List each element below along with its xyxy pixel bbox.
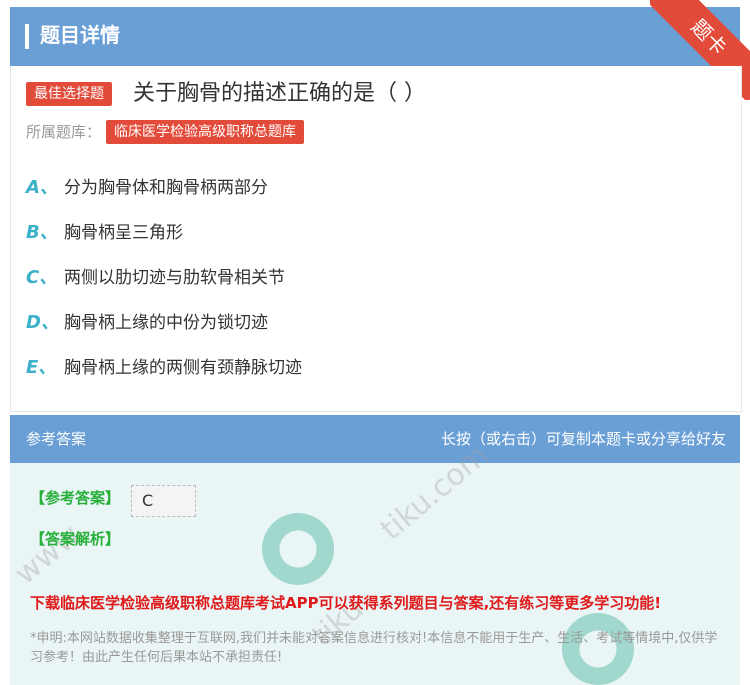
option-letter: A、: [26, 177, 58, 198]
answer-header-title: 参考答案: [26, 430, 87, 448]
analysis-label: 【答案解析】: [30, 530, 121, 548]
header-accent: [25, 24, 29, 49]
option-text: 胸骨柄上缘的两侧有颈静脉切迹: [64, 358, 302, 378]
question-title: 关于胸骨的描述正确的是（ ）: [133, 81, 426, 106]
answer-header: 参考答案 长按（或右击）可复制本题卡或分享给好友: [10, 415, 740, 463]
option-letter: E、: [26, 357, 57, 378]
page-title: 题目详情: [40, 23, 120, 47]
answer-panel: 参考答案 长按（或右击）可复制本题卡或分享给好友 www. tiku.com t…: [10, 415, 740, 685]
library-tag[interactable]: 临床医学检验高级职称总题库: [106, 120, 304, 144]
option-letter: C、: [26, 267, 58, 288]
option-text: 分为胸骨体和胸骨柄两部分: [64, 178, 268, 198]
option-d[interactable]: D、 胸骨柄上缘的中份为锁切迹: [26, 310, 268, 336]
watermark-logo-icon: [262, 513, 334, 585]
download-app-promo[interactable]: 下载临床医学检验高级职称总题库考试APP可以获得系列题目与答案,还有练习等更多学…: [30, 592, 661, 613]
option-letter: D、: [26, 312, 59, 333]
watermark: www.: [10, 513, 93, 592]
option-b[interactable]: B、 胸骨柄呈三角形: [26, 220, 183, 246]
answer-label: 【参考答案】: [30, 489, 121, 507]
option-text: 两侧以肋切迹与肋软骨相关节: [64, 268, 285, 288]
answer-value-image: C: [131, 485, 196, 517]
option-text: 胸骨柄呈三角形: [64, 223, 183, 243]
library-label: 所属题库：: [26, 123, 102, 141]
option-text: 胸骨柄上缘的中份为锁切迹: [64, 313, 268, 333]
option-letter: B、: [26, 222, 58, 243]
option-e[interactable]: E、 胸骨柄上缘的两侧有颈静脉切迹: [26, 355, 302, 381]
option-c[interactable]: C、 两侧以肋切迹与肋软骨相关节: [26, 265, 285, 291]
disclaimer-text: *申明:本网站数据收集整理于互联网,我们并未能对答案信息进行核对!本信息不能用于…: [30, 631, 718, 665]
copy-share-hint: 长按（或右击）可复制本题卡或分享给好友: [440, 430, 726, 448]
question-type-tag: 最佳选择题: [26, 82, 112, 106]
header-bar: 题目详情: [10, 7, 740, 66]
option-a[interactable]: A、 分为胸骨体和胸骨柄两部分: [26, 175, 268, 201]
